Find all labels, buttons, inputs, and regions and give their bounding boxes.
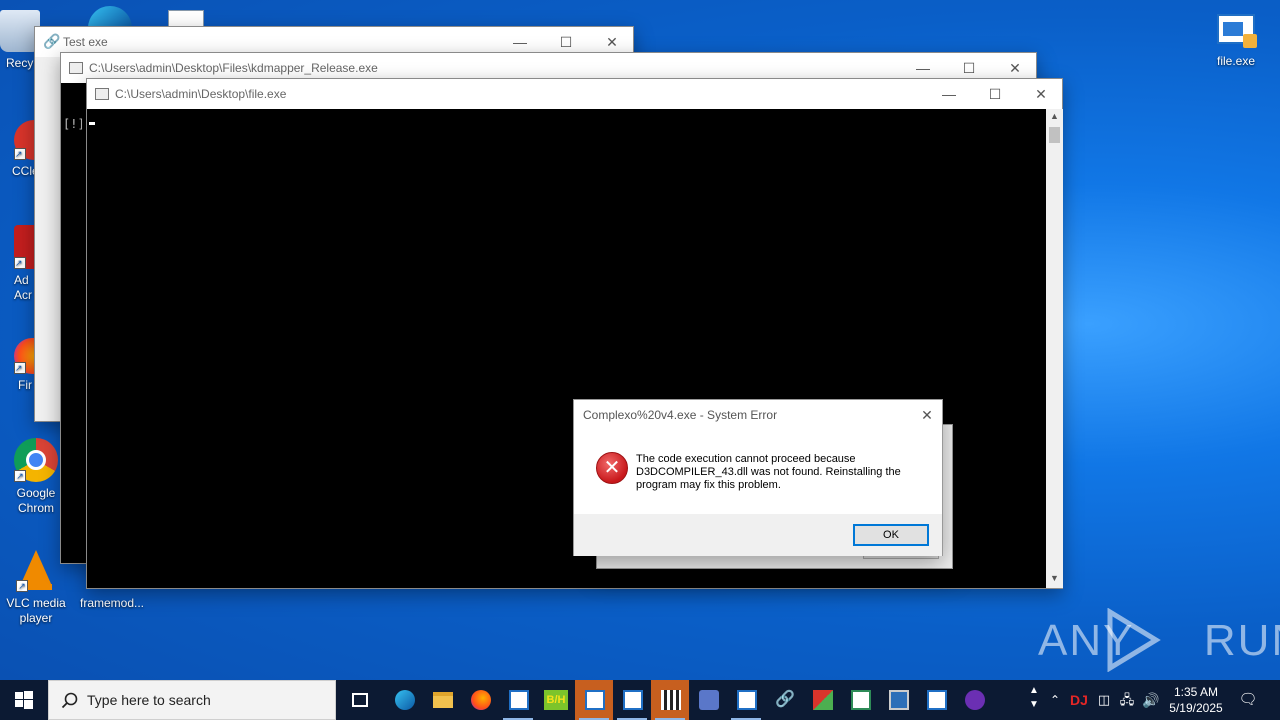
window-title: Test exe bbox=[63, 35, 108, 49]
maximize-button[interactable]: ☐ bbox=[972, 79, 1018, 109]
task-view-button[interactable] bbox=[341, 680, 379, 720]
error-icon: ✕ bbox=[596, 452, 628, 484]
taskbar-purple-app[interactable] bbox=[955, 680, 993, 720]
scroll-up-icon[interactable]: ▲ bbox=[1050, 111, 1059, 121]
edge-icon bbox=[395, 690, 415, 710]
shortcut-arrow-icon: ↗ bbox=[16, 580, 28, 592]
shortcut-arrow-icon: ↗ bbox=[14, 470, 26, 482]
console-app-icon bbox=[69, 62, 83, 74]
desktop-icon-label: Recy bbox=[6, 56, 34, 70]
clock-date: 5/19/2025 bbox=[1169, 701, 1223, 715]
taskbar-app-window-5[interactable] bbox=[841, 680, 879, 720]
taskbar: Type here to search B/H 🔗 ▲ ▼ ⌃ DJ ◫ 🖧 🔊 … bbox=[0, 680, 1280, 720]
taskbar-app-window-2[interactable] bbox=[575, 680, 613, 720]
exe-icon bbox=[1215, 12, 1257, 50]
minimize-button[interactable]: — bbox=[926, 79, 972, 109]
window-app-icon bbox=[585, 690, 605, 710]
taskbar-search-box[interactable]: Type here to search bbox=[48, 680, 336, 720]
network-tool-icon bbox=[699, 690, 719, 710]
taskbar-firefox[interactable] bbox=[461, 680, 499, 720]
task-view-icon bbox=[352, 693, 368, 707]
bh-app-icon: B/H bbox=[544, 690, 568, 710]
desktop-icon-label: file.exe bbox=[1216, 54, 1256, 68]
desktop-icon-label: CCle bbox=[12, 164, 39, 178]
taskbar-app-window-4[interactable] bbox=[727, 680, 765, 720]
volume-icon[interactable]: 🔊 bbox=[1140, 680, 1162, 720]
console-text: [!] bbox=[63, 117, 85, 131]
shortcut-arrow-icon: ↗ bbox=[14, 257, 26, 269]
notifications-icon[interactable]: 🗨 bbox=[1234, 680, 1262, 720]
close-button[interactable]: ✕ bbox=[1018, 79, 1064, 109]
installer-icon bbox=[813, 690, 833, 710]
folder-icon bbox=[433, 692, 453, 708]
tray-brand-icon[interactable]: DJ bbox=[1068, 680, 1090, 720]
taskbar-app-highlight[interactable] bbox=[651, 680, 689, 720]
dialog-close-button[interactable]: ✕ bbox=[912, 404, 942, 426]
title-bar[interactable]: C:\Users\admin\Desktop\file.exe — ☐ ✕ bbox=[87, 79, 1062, 109]
link-icon: 🔗 bbox=[775, 691, 795, 708]
taskbar-installer[interactable] bbox=[803, 680, 841, 720]
monitor-icon bbox=[889, 690, 909, 710]
desktop-icon-label: framemod... bbox=[79, 596, 145, 610]
search-placeholder: Type here to search bbox=[87, 692, 211, 708]
desktop-icon-label: Google Chrom bbox=[16, 486, 56, 515]
taskbar-monitor-app[interactable] bbox=[879, 680, 917, 720]
desktop-icon-label: Fir bbox=[18, 378, 32, 392]
scroll-down-icon[interactable]: ▼ bbox=[1050, 573, 1059, 583]
windows-logo-icon bbox=[15, 691, 33, 709]
overflow-chevron-icon[interactable]: ▲ ▼ bbox=[1026, 680, 1042, 720]
window-app-icon bbox=[851, 690, 871, 710]
window-app-icon bbox=[509, 690, 529, 710]
taskbar-edge[interactable] bbox=[385, 680, 423, 720]
network-icon[interactable]: 🖧 bbox=[1116, 680, 1138, 720]
vlc-icon: ↗ bbox=[16, 548, 56, 592]
show-hidden-icons-icon[interactable]: ⌃ bbox=[1046, 680, 1064, 720]
start-button[interactable] bbox=[4, 680, 42, 720]
shortcut-arrow-icon: ↗ bbox=[14, 148, 26, 160]
chrome-icon: ↗ bbox=[14, 438, 58, 482]
dialog-title: Complexo%20v4.exe - System Error bbox=[583, 408, 778, 422]
firefox-icon: ↗ bbox=[14, 338, 36, 374]
window-title: C:\Users\admin\Desktop\file.exe bbox=[115, 87, 287, 101]
scroll-thumb[interactable] bbox=[1049, 127, 1060, 143]
edge-desktop-icon[interactable] bbox=[88, 6, 132, 28]
taskbar-app-window-3[interactable] bbox=[613, 680, 651, 720]
console-app-icon bbox=[95, 88, 109, 100]
window-title: C:\Users\admin\Desktop\Files\kdmapper_Re… bbox=[89, 61, 378, 75]
desktop-icon-file-exe[interactable]: file.exe bbox=[1200, 12, 1272, 69]
taskbar-link-app[interactable]: 🔗 bbox=[765, 680, 803, 720]
vertical-scrollbar[interactable]: ▲ ▼ bbox=[1046, 109, 1063, 588]
firefox-icon bbox=[471, 690, 491, 710]
link-icon: 🔗 bbox=[43, 33, 61, 49]
text-cursor bbox=[89, 122, 95, 125]
system-error-dialog[interactable]: Complexo%20v4.exe - System Error ✕ ✕ The… bbox=[573, 399, 943, 556]
search-icon bbox=[61, 692, 78, 709]
taskbar-file-explorer[interactable] bbox=[423, 680, 461, 720]
clock[interactable]: 1:35 AM 5/19/2025 bbox=[1164, 680, 1228, 720]
ok-button[interactable]: OK bbox=[853, 524, 929, 546]
taskbar-network-tool[interactable] bbox=[689, 680, 727, 720]
anyrun-watermark: ANY RUN bbox=[1038, 607, 1280, 673]
watermark-text: ANY RUN bbox=[1038, 616, 1280, 665]
taskbar-app-window-6[interactable] bbox=[917, 680, 955, 720]
clock-time: 1:35 AM bbox=[1173, 685, 1219, 699]
taskbar-bh-app[interactable]: B/H bbox=[537, 680, 575, 720]
taskbar-app-window[interactable] bbox=[499, 680, 537, 720]
window-app-icon bbox=[623, 690, 643, 710]
window-app-icon bbox=[737, 690, 757, 710]
window-app-icon bbox=[927, 690, 947, 710]
desktop-icon-label: VLC media player bbox=[6, 596, 66, 625]
purple-app-icon bbox=[965, 690, 985, 710]
dialog-message: The code execution cannot proceed becaus… bbox=[636, 453, 901, 491]
meet-now-icon[interactable]: ◫ bbox=[1094, 680, 1114, 720]
shortcut-arrow-icon: ↗ bbox=[14, 362, 26, 374]
grid-app-icon bbox=[661, 690, 681, 710]
